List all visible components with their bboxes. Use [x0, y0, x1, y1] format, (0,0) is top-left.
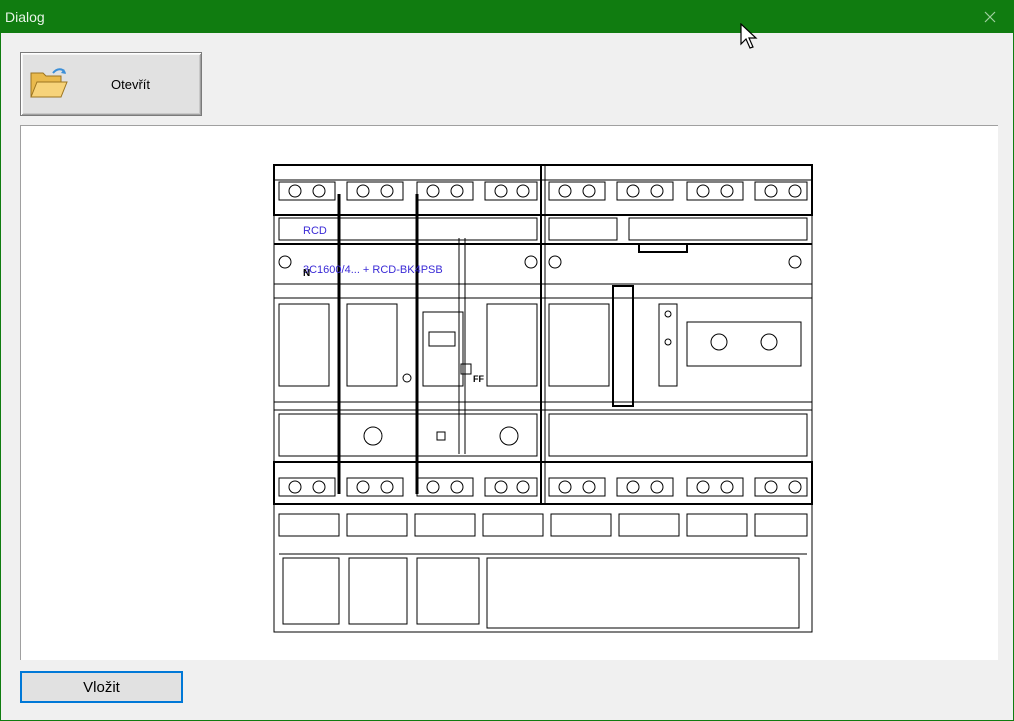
dialog-window: Dialog Otevřít RCD 3C1600/4... + RCD-BK4… [0, 0, 1014, 721]
label-part-number: 3C1600/4... + RCD-BK4PSB [303, 264, 443, 276]
insert-button-label: Vložit [83, 678, 120, 696]
window-title: Dialog [5, 9, 45, 25]
open-button[interactable]: Otevřít [20, 52, 202, 116]
title-bar[interactable]: Dialog [1, 1, 1013, 33]
mouse-cursor-icon [740, 23, 758, 49]
breaker-drawing [273, 164, 813, 633]
close-icon [984, 11, 996, 23]
label-rcd: RCD [303, 225, 327, 237]
label-ff: FF [473, 374, 484, 384]
drawing-preview: RCD 3C1600/4... + RCD-BK4PSB N FF [20, 125, 998, 660]
insert-button[interactable]: Vložit [20, 671, 183, 703]
open-button-label: Otevřít [111, 77, 151, 92]
close-button[interactable] [967, 1, 1013, 33]
open-folder-icon [30, 68, 68, 98]
label-n: N [303, 268, 311, 279]
